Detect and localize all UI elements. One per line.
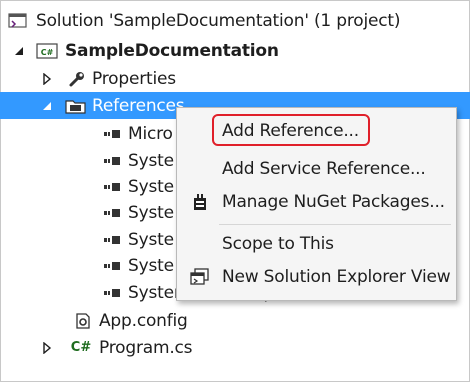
assembly-reference-icon bbox=[102, 204, 122, 222]
assembly-reference-icon bbox=[102, 231, 122, 249]
tree-row-project[interactable]: C# SampleDocumentation bbox=[0, 37, 470, 64]
references-label: References bbox=[92, 95, 185, 116]
manage-nuget-label: Manage NuGet Packages... bbox=[222, 191, 445, 212]
menu-item-manage-nuget[interactable]: Manage NuGet Packages... bbox=[177, 186, 456, 217]
add-reference-label: Add Reference... bbox=[222, 120, 359, 141]
reference-label: Syste bbox=[128, 202, 174, 223]
csharp-file-icon: C# bbox=[70, 339, 92, 357]
folder-icon bbox=[64, 97, 88, 115]
tree-row-program[interactable]: C# Program.cs bbox=[0, 334, 470, 361]
wrench-icon bbox=[66, 70, 88, 88]
assembly-reference-icon bbox=[102, 284, 122, 302]
config-file-icon bbox=[72, 312, 94, 330]
assembly-reference-icon bbox=[102, 257, 122, 275]
scope-to-this-label: Scope to This bbox=[222, 233, 334, 254]
tree-row-app-config[interactable]: App.config bbox=[0, 307, 470, 334]
tree-row-solution[interactable]: Solution 'SampleDocumentation' (1 projec… bbox=[0, 7, 470, 34]
new-explorer-view-label: New Solution Explorer View bbox=[222, 266, 451, 287]
solution-label: Solution 'SampleDocumentation' (1 projec… bbox=[36, 10, 401, 31]
program-label: Program.cs bbox=[99, 337, 193, 358]
add-service-reference-label: Add Service Reference... bbox=[222, 158, 426, 179]
properties-label: Properties bbox=[92, 68, 176, 89]
reference-label: Syste bbox=[128, 255, 174, 276]
menu-item-scope-to-this[interactable]: Scope to This bbox=[177, 228, 456, 259]
tree-row-properties[interactable]: Properties bbox=[0, 65, 470, 92]
menu-item-new-explorer-view[interactable]: New Solution Explorer View bbox=[177, 261, 456, 292]
svg-text:C#: C# bbox=[41, 48, 54, 57]
solution-icon bbox=[7, 12, 29, 30]
context-menu: Add Reference... Add Service Reference..… bbox=[176, 107, 457, 301]
reference-label: Syste bbox=[128, 229, 174, 250]
menu-item-add-reference[interactable]: Add Reference... bbox=[177, 115, 456, 146]
expanded-arrow-icon[interactable] bbox=[40, 99, 54, 113]
app-config-label: App.config bbox=[99, 310, 188, 331]
menu-separator bbox=[219, 224, 451, 225]
reference-label: Syste bbox=[128, 150, 174, 171]
reference-label: Syste bbox=[128, 176, 174, 197]
new-view-icon bbox=[189, 266, 211, 288]
menu-item-add-service-reference[interactable]: Add Service Reference... bbox=[177, 153, 456, 184]
collapsed-arrow-icon[interactable] bbox=[40, 72, 54, 86]
csharp-project-icon: C# bbox=[36, 42, 58, 60]
collapsed-arrow-icon[interactable] bbox=[40, 341, 54, 355]
expanded-arrow-icon[interactable] bbox=[12, 44, 26, 58]
assembly-reference-icon bbox=[102, 152, 122, 170]
nuget-icon bbox=[189, 191, 211, 213]
project-label: SampleDocumentation bbox=[65, 40, 279, 61]
assembly-reference-icon bbox=[102, 178, 122, 196]
assembly-reference-icon bbox=[102, 125, 122, 143]
reference-label: Micro bbox=[128, 123, 173, 144]
csharp-badge: C# bbox=[70, 340, 92, 355]
